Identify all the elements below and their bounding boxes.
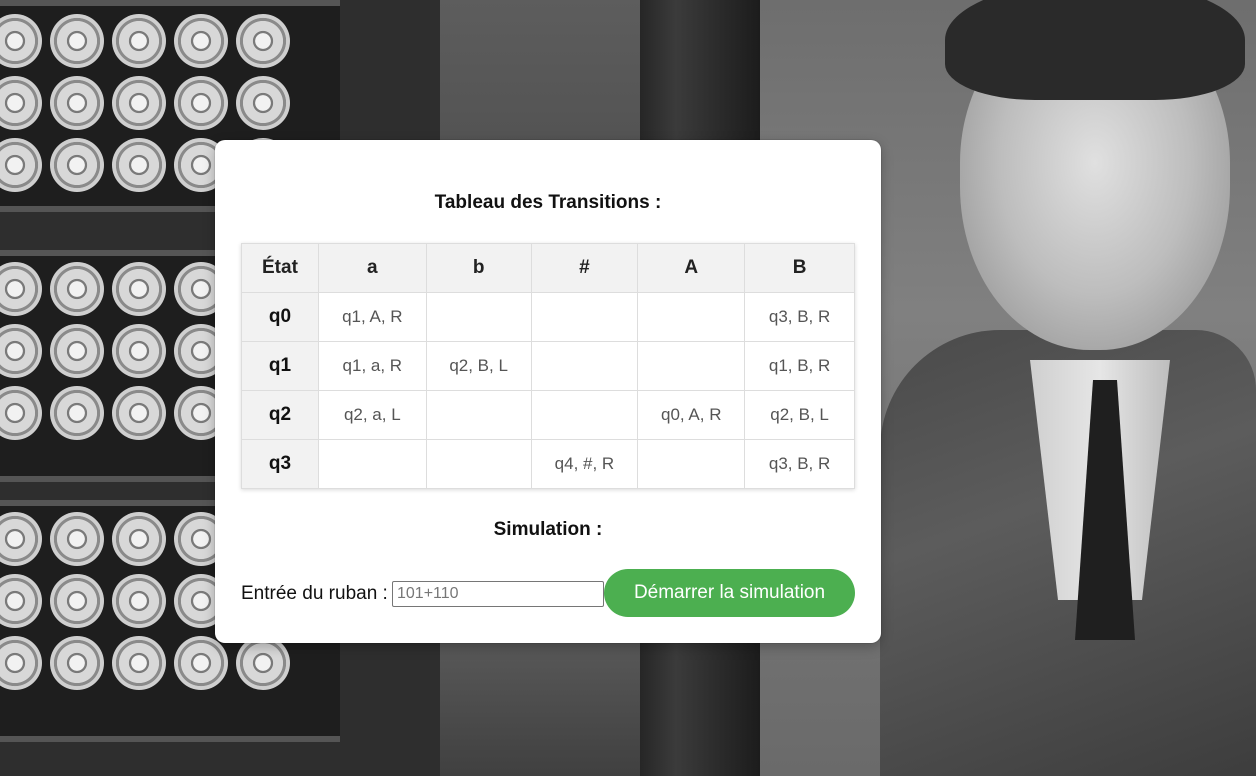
drum-dial: [50, 512, 104, 566]
simulation-controls: Entrée du ruban : Démarrer la simulation: [241, 569, 855, 617]
state-cell: q1: [241, 341, 319, 391]
table-row: q3 q4, #, R q3, B, R: [241, 439, 855, 489]
simulator-card: Tableau des Transitions : État a b # A B…: [215, 140, 881, 643]
table-cell: q3, B, R: [744, 292, 855, 342]
portrait-hair: [945, 0, 1245, 100]
table-cell: q2, a, L: [317, 390, 427, 440]
column-header: #: [530, 243, 639, 293]
column-header: État: [241, 243, 319, 293]
state-cell: q2: [241, 390, 319, 440]
table-cell: [425, 292, 532, 342]
drum-dial: [236, 76, 290, 130]
transitions-title: Tableau des Transitions :: [434, 192, 662, 213]
simulation-title: Simulation :: [493, 519, 603, 540]
table-cell: q2, B, L: [744, 390, 855, 440]
drum-dial: [50, 636, 104, 690]
drum-dial: [50, 262, 104, 316]
drum-dial: [174, 636, 228, 690]
drum-dial: [112, 324, 166, 378]
table-cell: q1, A, R: [317, 292, 427, 342]
table-cell: [637, 341, 746, 391]
table-cell: q0, A, R: [637, 390, 746, 440]
column-header: B: [744, 243, 855, 293]
table-row: q0 q1, A, R q3, B, R: [241, 292, 855, 342]
drum-dial: [50, 574, 104, 628]
drum-dial: [236, 636, 290, 690]
table-cell: [637, 439, 746, 489]
drum-dial: [50, 138, 104, 192]
state-cell: q0: [241, 292, 319, 342]
drum-dial: [112, 138, 166, 192]
table-cell: q1, a, R: [317, 341, 427, 391]
drum-dial: [236, 14, 290, 68]
table-cell: [530, 390, 639, 440]
transitions-table: État a b # A B q0 q1, A, R q3, B, R q1 q…: [241, 243, 855, 489]
column-header: A: [637, 243, 746, 293]
table-cell: [425, 439, 532, 489]
drum-dial: [112, 512, 166, 566]
drum-dial: [174, 76, 228, 130]
table-row: q1 q1, a, R q2, B, L q1, B, R: [241, 341, 855, 391]
tape-input[interactable]: [392, 581, 604, 607]
drum-dial: [50, 324, 104, 378]
table-cell: q4, #, R: [530, 439, 639, 489]
drum-dial: [112, 14, 166, 68]
start-simulation-button[interactable]: Démarrer la simulation: [604, 569, 855, 617]
tape-input-label: Entrée du ruban :: [241, 583, 388, 604]
drum-dial: [50, 76, 104, 130]
table-cell: [637, 292, 746, 342]
drum-dial: [50, 14, 104, 68]
drum-dial: [112, 636, 166, 690]
table-header-row: État a b # A B: [241, 243, 855, 293]
table-cell: q1, B, R: [744, 341, 855, 391]
table-cell: [530, 341, 639, 391]
table-cell: q3, B, R: [744, 439, 855, 489]
table-cell: [317, 439, 427, 489]
drum-dial: [112, 386, 166, 440]
drum-dial: [112, 262, 166, 316]
column-header: b: [425, 243, 532, 293]
drum-dial: [112, 76, 166, 130]
table-cell: [425, 390, 532, 440]
drum-dial: [174, 14, 228, 68]
column-header: a: [317, 243, 427, 293]
drum-dial: [50, 386, 104, 440]
table-cell: [530, 292, 639, 342]
table-row: q2 q2, a, L q0, A, R q2, B, L: [241, 390, 855, 440]
drum-dial: [112, 574, 166, 628]
state-cell: q3: [241, 439, 319, 489]
table-cell: q2, B, L: [425, 341, 532, 391]
